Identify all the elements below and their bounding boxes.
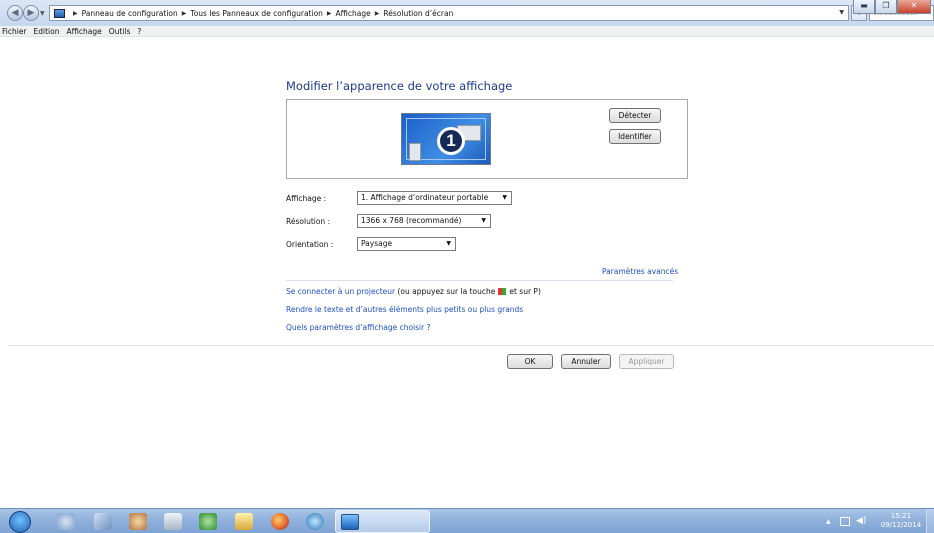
menu-help[interactable]: ? (137, 27, 141, 36)
monitor-screen: 1 (406, 118, 486, 161)
clock-time: 15:21 (890, 512, 912, 520)
show-hidden-icons-icon[interactable]: ▲ (826, 518, 831, 525)
breadcrumb-separator-icon[interactable]: ▶ (375, 10, 380, 17)
advanced-settings-link[interactable]: Paramètres avancés (602, 267, 678, 276)
breadcrumb-display[interactable]: Affichage (336, 9, 371, 18)
resolution-select[interactable]: 1366 x 768 (recommandé) ▼ (357, 214, 491, 228)
taskbar: ▲ ◀) 15:21 09/12/2014 (0, 508, 934, 533)
volume-icon[interactable]: ◀) (856, 516, 866, 526)
control-panel-icon (341, 514, 359, 530)
display-select[interactable]: 1. Affichage d’ordinateur portable ▼ (357, 191, 512, 205)
breadcrumb-control-panel[interactable]: Panneau de configuration (82, 9, 178, 18)
recent-pages-dropdown-icon[interactable]: ▼ (40, 10, 45, 17)
firefox-icon[interactable] (271, 513, 289, 530)
identify-button[interactable]: Identifier (609, 129, 661, 144)
chevron-down-icon: ▼ (502, 194, 507, 201)
breadcrumb-separator-icon[interactable]: ▶ (327, 10, 332, 17)
breadcrumb-screen-resolution[interactable]: Résolution d’écran (383, 9, 453, 18)
clock-date: 09/12/2014 (880, 521, 922, 529)
monitor-1-icon[interactable]: 1 (401, 113, 491, 165)
menu-bar: Fichier Edition Affichage Outils ? (0, 26, 934, 37)
which-settings-link[interactable]: Quels paramètres d’affichage choisir ? (286, 323, 431, 332)
scanner-icon[interactable] (129, 513, 147, 530)
window-controls: ▬ ❐ ✕ (853, 0, 931, 14)
connect-projector-link[interactable]: Se connecter à un projecteur (286, 287, 395, 296)
resolution-select-value: 1366 x 768 (recommandé) (361, 216, 462, 225)
cancel-button[interactable]: Annuler (561, 354, 611, 369)
title-bar: ◀ ▶ ▼ ▶ Panneau de configuration ▶ Tous … (0, 0, 934, 26)
resolution-label: Résolution : (286, 217, 331, 226)
close-button[interactable]: ✕ (897, 0, 931, 14)
menu-view[interactable]: Affichage (66, 27, 101, 36)
display-label: Affichage : (286, 194, 327, 203)
chevron-down-icon: ▼ (446, 240, 451, 247)
minimize-button[interactable]: ▬ (853, 0, 875, 14)
orientation-label: Orientation : (286, 240, 334, 249)
address-bar[interactable]: ▶ Panneau de configuration ▶ Tous les Pa… (49, 5, 849, 21)
display-select-value: 1. Affichage d’ordinateur portable (361, 193, 489, 202)
detect-button[interactable]: Détecter (609, 108, 661, 123)
file-explorer-icon[interactable] (235, 513, 253, 530)
games-icon[interactable] (199, 513, 217, 530)
monitor-number-badge: 1 (437, 127, 465, 155)
section-divider (286, 280, 673, 281)
projector-hint-text-end: et sur P) (509, 287, 541, 296)
page-title: Modifier l’apparence de votre affichage (286, 79, 513, 93)
ok-button[interactable]: OK (507, 354, 553, 369)
content-area: Modifier l’apparence de votre affichage … (0, 37, 934, 508)
windows-key-icon (498, 288, 507, 295)
control-panel-icon (54, 8, 65, 18)
orientation-select[interactable]: Paysage ▼ (357, 237, 456, 251)
menu-file[interactable]: Fichier (2, 27, 27, 36)
forward-arrow-icon[interactable]: ▶ (23, 5, 39, 21)
chevron-down-icon: ▼ (481, 217, 486, 224)
projector-hint-text: (ou appuyez sur la touche (397, 287, 496, 296)
media-player-icon[interactable] (306, 513, 324, 530)
window-thumbnail-icon (409, 143, 421, 161)
start-orb-icon[interactable] (9, 511, 31, 533)
remote-assistance-icon[interactable] (57, 513, 75, 530)
network-icon[interactable] (840, 517, 850, 526)
text-size-link[interactable]: Rendre le texte et d’autres éléments plu… (286, 305, 523, 314)
projector-line: Se connecter à un projecteur (ou appuyez… (286, 287, 541, 296)
paint-icon[interactable] (94, 513, 112, 530)
clock[interactable]: 15:21 09/12/2014 (880, 512, 922, 530)
menu-edit[interactable]: Edition (34, 27, 60, 36)
menu-tools[interactable]: Outils (109, 27, 131, 36)
taskbar-active-window[interactable] (335, 510, 430, 533)
footer-divider (8, 345, 934, 346)
notepad-icon[interactable] (164, 513, 182, 530)
back-arrow-icon[interactable]: ◀ (7, 5, 23, 21)
orientation-select-value: Paysage (361, 239, 393, 248)
monitor-preview-panel: 1 Détecter Identifier (286, 99, 688, 179)
breadcrumb-separator-icon[interactable]: ▶ (182, 10, 187, 17)
show-desktop-button[interactable] (926, 509, 934, 533)
breadcrumb-separator-icon[interactable]: ▶ (73, 10, 78, 17)
maximize-button[interactable]: ❐ (875, 0, 897, 14)
address-dropdown-icon[interactable]: ▼ (839, 9, 844, 16)
apply-button[interactable]: Appliquer (619, 354, 674, 369)
breadcrumb-all-control-panels[interactable]: Tous les Panneaux de configuration (190, 9, 323, 18)
